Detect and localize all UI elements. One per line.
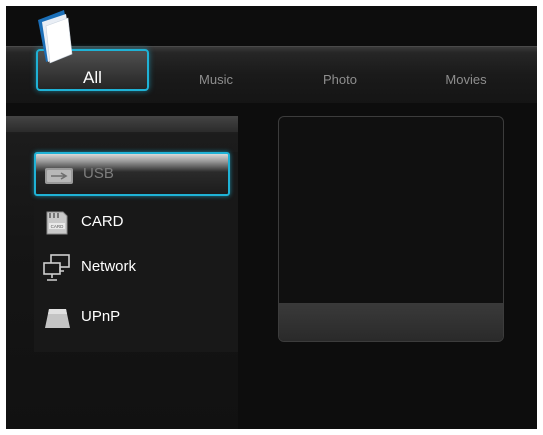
preview-info-bar [279, 303, 503, 341]
source-item-network[interactable]: Network [34, 246, 228, 290]
tab-music-label: Music [199, 72, 233, 87]
media-library-logo-icon [38, 10, 73, 64]
tab-movies-label: Movies [445, 72, 487, 87]
source-item-card[interactable]: CARD CARD [34, 201, 228, 245]
source-item-upnp[interactable]: UPnP [34, 296, 228, 340]
source-list: USB CARD CARD Network UPnP [34, 152, 238, 352]
source-item-label: USB [83, 165, 114, 182]
tab-photo-label: Photo [323, 72, 357, 87]
media-browser-screen: All Music Photo Movies USB CARD CARD Net… [6, 6, 537, 429]
source-item-usb[interactable]: USB [34, 152, 230, 196]
tab-photo[interactable]: Photo [310, 72, 370, 92]
usb-icon [45, 168, 73, 184]
card-icon: CARD [46, 211, 68, 235]
preview-pane [278, 116, 504, 342]
upnp-icon [45, 309, 70, 328]
source-item-label: Network [81, 258, 137, 275]
svg-text:CARD: CARD [51, 224, 65, 229]
tab-movies[interactable]: Movies [434, 72, 498, 92]
source-panel: USB CARD CARD Network UPnP [6, 116, 238, 429]
source-item-label: CARD [81, 213, 124, 230]
source-panel-header [6, 116, 238, 132]
tab-all-label: All [83, 68, 102, 87]
category-tab-bar: All Music Photo Movies [6, 46, 537, 103]
network-icon [43, 254, 70, 281]
tab-music[interactable]: Music [186, 72, 246, 92]
source-item-label: UPnP [81, 308, 121, 325]
